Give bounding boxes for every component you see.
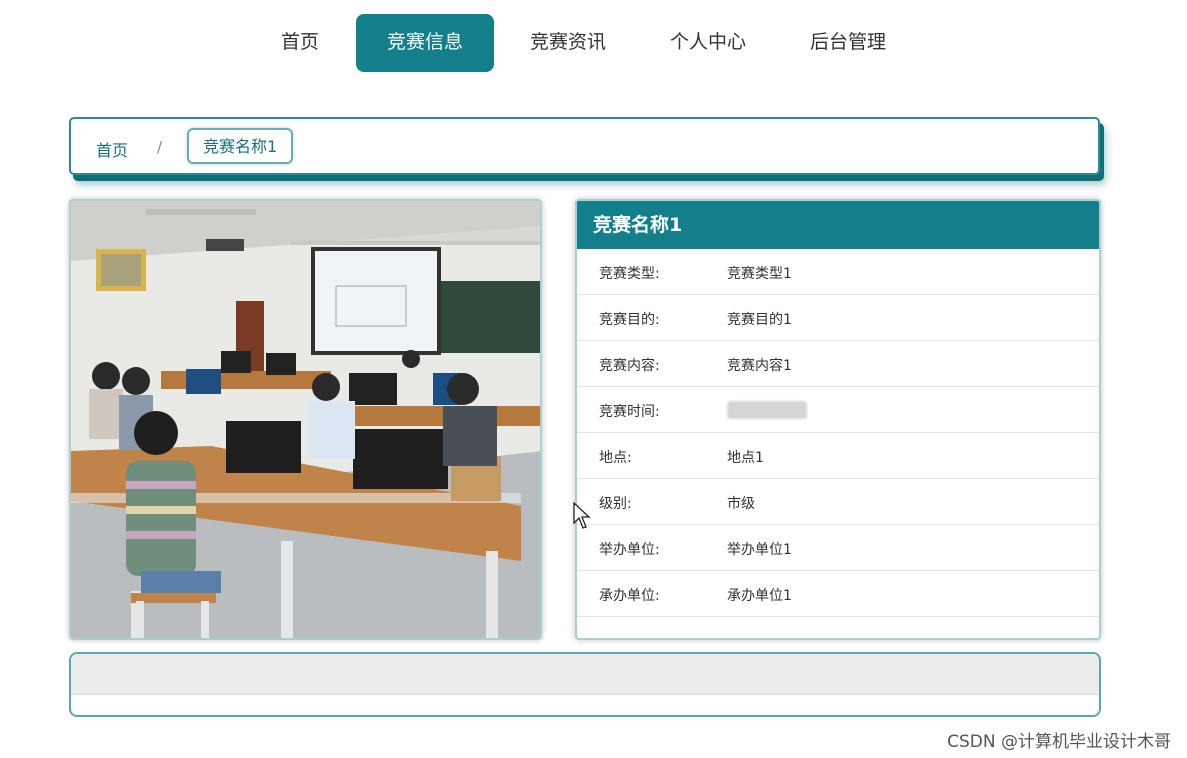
detail-label: 级别: <box>599 496 632 512</box>
detail-value-redacted <box>727 401 807 423</box>
detail-row-purpose: 竞赛目的: 竞赛目的1 <box>577 295 1099 341</box>
nav-home[interactable]: 首页 <box>268 14 332 72</box>
competition-detail-panel: 竞赛名称1 竞赛类型: 竞赛类型1 竞赛目的: 竞赛目的1 竞赛内容: 竞赛内容… <box>575 199 1101 640</box>
detail-label: 地点: <box>599 450 632 466</box>
bottom-box-header <box>71 654 1099 695</box>
detail-value: 竞赛目的1 <box>727 312 792 328</box>
detail-row-time: 竞赛时间: <box>577 387 1099 433</box>
detail-label: 竞赛内容: <box>599 358 660 374</box>
competition-photo <box>69 199 542 640</box>
breadcrumb: 首页 / 竞赛名称1 <box>69 117 1100 175</box>
nav-competition-news[interactable]: 竞赛资讯 <box>516 14 620 72</box>
detail-label: 竞赛目的: <box>599 312 660 328</box>
watermark: CSDN @计算机毕业设计木哥 <box>947 732 1171 752</box>
detail-value: 市级 <box>727 496 755 512</box>
nav-personal-center[interactable]: 个人中心 <box>656 14 760 72</box>
bottom-content-box <box>69 652 1101 717</box>
detail-value: 地点1 <box>727 450 764 466</box>
detail-row-content: 竞赛内容: 竞赛内容1 <box>577 341 1099 387</box>
detail-value: 举办单位1 <box>727 542 792 558</box>
mouse-cursor-icon <box>573 502 591 529</box>
nav-admin[interactable]: 后台管理 <box>796 14 900 72</box>
breadcrumb-home-link[interactable]: 首页 <box>96 137 128 161</box>
detail-row-host: 承办单位: 承办单位1 <box>577 571 1099 617</box>
detail-value: 承办单位1 <box>727 588 792 604</box>
detail-row-level: 级别: 市级 <box>577 479 1099 525</box>
detail-label: 承办单位: <box>599 588 660 604</box>
detail-value: 竞赛内容1 <box>727 358 792 374</box>
detail-value: 竞赛类型1 <box>727 266 792 282</box>
detail-row-location: 地点: 地点1 <box>577 433 1099 479</box>
breadcrumb-separator: / <box>157 138 163 156</box>
nav-competition-info[interactable]: 竞赛信息 <box>356 14 494 72</box>
detail-label: 竞赛时间: <box>599 404 660 420</box>
detail-title: 竞赛名称1 <box>577 201 1099 249</box>
detail-label: 竞赛类型: <box>599 266 660 282</box>
detail-row-organizer: 举办单位: 举办单位1 <box>577 525 1099 571</box>
detail-row-type: 竞赛类型: 竞赛类型1 <box>577 249 1099 295</box>
detail-label: 举办单位: <box>599 542 660 558</box>
top-nav: 首页 竞赛信息 竞赛资讯 个人中心 后台管理 <box>0 14 1187 72</box>
breadcrumb-current[interactable]: 竞赛名称1 <box>187 128 294 164</box>
